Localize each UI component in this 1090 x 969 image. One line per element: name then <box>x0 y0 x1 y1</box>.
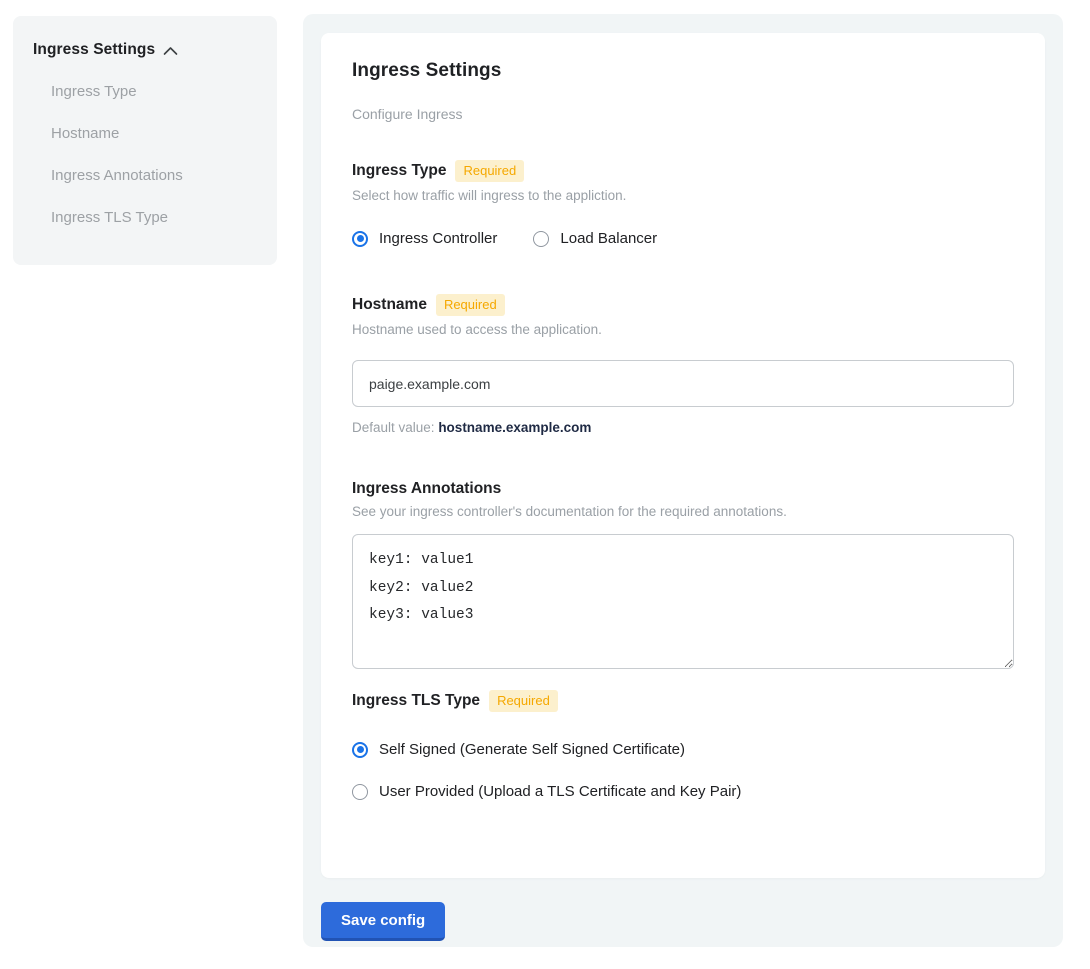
required-badge: Required <box>489 690 558 712</box>
radio-ingress-controller[interactable]: Ingress Controller <box>352 230 497 247</box>
radio-selected-icon[interactable] <box>352 742 368 758</box>
field-hostname: Hostname Required Hostname used to acces… <box>352 294 1014 435</box>
required-badge: Required <box>436 294 505 316</box>
sidebar-group-ingress-settings[interactable]: Ingress Settings <box>33 41 257 59</box>
hostname-default-line: Default value: hostname.example.com <box>352 420 1014 435</box>
radio-label: User Provided (Upload a TLS Certificate … <box>379 783 741 800</box>
radio-load-balancer[interactable]: Load Balancer <box>533 230 657 247</box>
sidebar-nav: Ingress Type Hostname Ingress Annotation… <box>33 83 257 227</box>
radio-unselected-icon[interactable] <box>352 784 368 800</box>
ingress-annotations-label: Ingress Annotations <box>352 480 501 498</box>
save-config-button[interactable]: Save config <box>321 902 445 941</box>
field-ingress-annotations: Ingress Annotations See your ingress con… <box>352 480 1014 669</box>
default-value-text: hostname.example.com <box>438 420 591 435</box>
ingress-annotations-description: See your ingress controller's documentat… <box>352 504 1014 519</box>
hostname-label: Hostname <box>352 296 427 314</box>
ingress-type-label: Ingress Type <box>352 162 446 180</box>
sidebar-item-hostname[interactable]: Hostname <box>51 125 257 143</box>
settings-sidebar: Ingress Settings Ingress Type Hostname I… <box>13 16 277 265</box>
radio-selected-icon[interactable] <box>352 231 368 247</box>
chevron-up-icon[interactable] <box>163 46 178 56</box>
required-badge: Required <box>455 160 524 182</box>
field-ingress-type: Ingress Type Required Select how traffic… <box>352 160 1014 247</box>
ingress-tls-type-radio-group: Self Signed (Generate Self Signed Certif… <box>352 741 1014 800</box>
page-subtitle: Configure Ingress <box>352 106 1014 122</box>
sidebar-group-label: Ingress Settings <box>33 41 155 59</box>
hostname-description: Hostname used to access the application. <box>352 322 1014 337</box>
ingress-settings-panel: Ingress Settings Configure Ingress Ingre… <box>303 14 1063 947</box>
ingress-tls-type-label: Ingress TLS Type <box>352 692 480 710</box>
radio-label: Self Signed (Generate Self Signed Certif… <box>379 741 685 758</box>
radio-self-signed[interactable]: Self Signed (Generate Self Signed Certif… <box>352 741 1014 758</box>
hostname-input[interactable] <box>352 360 1014 407</box>
page: Ingress Settings Ingress Type Hostname I… <box>0 0 1090 969</box>
sidebar-item-ingress-tls-type[interactable]: Ingress TLS Type <box>51 209 257 227</box>
default-value-prefix: Default value: <box>352 420 438 435</box>
radio-label: Load Balancer <box>560 230 657 247</box>
ingress-type-description: Select how traffic will ingress to the a… <box>352 188 1014 203</box>
ingress-settings-card: Ingress Settings Configure Ingress Ingre… <box>321 33 1045 878</box>
page-title: Ingress Settings <box>352 60 1014 82</box>
ingress-annotations-textarea[interactable]: key1: value1 key2: value2 key3: value3 <box>352 534 1014 669</box>
ingress-type-radio-group: Ingress Controller Load Balancer <box>352 230 1014 247</box>
radio-label: Ingress Controller <box>379 230 497 247</box>
sidebar-item-ingress-type[interactable]: Ingress Type <box>51 83 257 101</box>
radio-user-provided[interactable]: User Provided (Upload a TLS Certificate … <box>352 783 1014 800</box>
radio-unselected-icon[interactable] <box>533 231 549 247</box>
field-ingress-tls-type: Ingress TLS Type Required Self Signed (G… <box>352 690 1014 800</box>
sidebar-item-ingress-annotations[interactable]: Ingress Annotations <box>51 167 257 185</box>
